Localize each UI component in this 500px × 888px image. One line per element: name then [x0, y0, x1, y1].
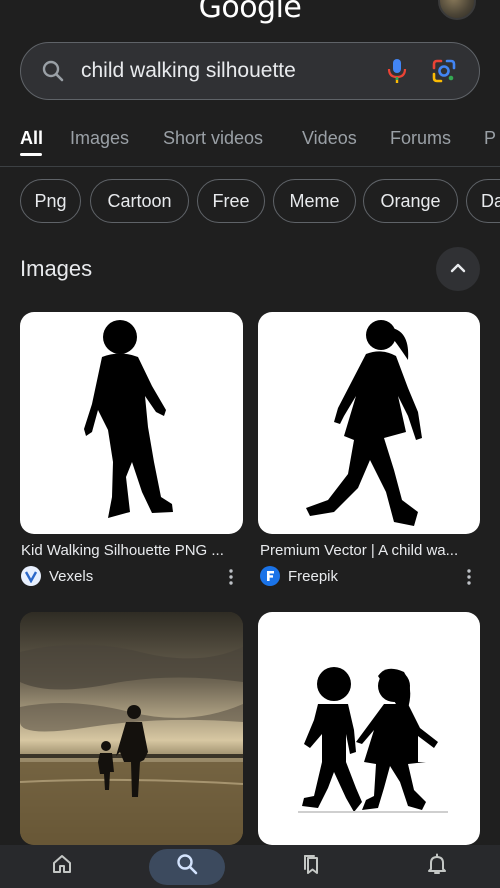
header: Google [0, 0, 500, 26]
tab-videos[interactable]: Videos [302, 128, 357, 149]
result-source[interactable]: Freepik [260, 566, 338, 586]
search-icon [176, 853, 198, 880]
tab-images[interactable]: Images [70, 128, 129, 149]
source-name: Freepik [288, 567, 339, 585]
tab-truncated[interactable]: P [484, 128, 496, 149]
chip-png[interactable]: Png [20, 179, 81, 223]
result-title[interactable]: Kid Walking Silhouette PNG ... [21, 542, 243, 559]
chip-meme[interactable]: Meme [273, 179, 356, 223]
more-options-icon[interactable] [466, 568, 472, 586]
collapse-button[interactable] [436, 247, 480, 291]
images-section-title: Images [20, 256, 93, 281]
girl-silhouette-image [306, 320, 422, 526]
tabs-divider [0, 166, 500, 167]
result-image[interactable] [258, 612, 480, 845]
notifications-icon [426, 853, 448, 880]
result-source[interactable]: Vexels [21, 566, 93, 586]
result-image[interactable] [258, 312, 480, 534]
filter-chips: Png Cartoon Free Meme Orange Da [0, 179, 500, 223]
result-image[interactable] [20, 612, 243, 845]
search-icon [41, 59, 65, 83]
google-lens-icon[interactable] [431, 58, 457, 84]
nav-home[interactable] [42, 845, 82, 888]
vexels-logo-icon [21, 566, 41, 586]
search-tabs: All Images Short videos Videos Forums P [0, 120, 500, 166]
nav-notifications[interactable] [417, 845, 457, 888]
tab-forums[interactable]: Forums [390, 128, 451, 149]
chip-orange[interactable]: Orange [363, 179, 458, 223]
active-tab-indicator [20, 153, 42, 156]
chip-truncated[interactable]: Da [466, 179, 500, 223]
source-name: Vexels [49, 567, 94, 585]
children-silhouette-image [298, 667, 448, 813]
search-bar[interactable] [20, 42, 480, 100]
tab-all[interactable]: All [20, 128, 43, 149]
result-image[interactable] [20, 312, 243, 534]
chip-free[interactable]: Free [197, 179, 265, 223]
bottom-nav [0, 845, 500, 888]
nav-search[interactable] [167, 845, 207, 888]
tab-short-videos[interactable]: Short videos [163, 128, 263, 149]
mic-icon[interactable] [385, 58, 409, 84]
home-icon [51, 853, 73, 880]
chip-cartoon[interactable]: Cartoon [90, 179, 189, 223]
google-logo[interactable]: Google [0, 0, 500, 25]
beach-sunset-photo [20, 612, 243, 845]
more-options-icon[interactable] [228, 568, 234, 586]
saved-icon [301, 853, 323, 880]
nav-saved[interactable] [292, 845, 332, 888]
search-input[interactable] [81, 59, 385, 83]
freepik-logo-icon [260, 566, 280, 586]
chevron-up-icon [450, 260, 466, 278]
child-silhouette-image [84, 320, 173, 518]
result-title[interactable]: Premium Vector | A child wa... [260, 542, 482, 559]
